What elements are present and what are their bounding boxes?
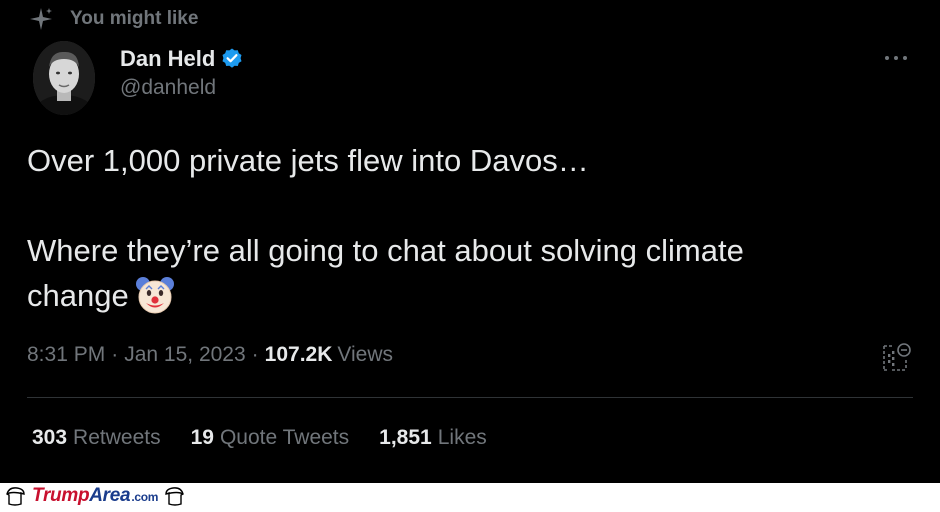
author-block[interactable]: Dan Held @danheld [120,44,244,100]
meta-separator: · [111,343,119,366]
tweet-line: Where they’re all going to chat about so… [27,233,744,268]
watermark-logo: Trump Area .com [32,485,158,507]
watermark-bar: Trump Area .com [0,483,940,509]
tweet-card[interactable]: You might like Dan Held @danheld Over 1,… [0,0,940,483]
watermark-logo-part: Trump [32,485,90,506]
divider [27,397,913,398]
views-count[interactable]: 107.2K [265,343,333,367]
quote-tweets-label: Quote Tweets [219,426,350,449]
clown-face-icon [135,275,175,315]
author-handle[interactable]: @danheld [120,76,244,100]
analytics-icon[interactable] [880,340,914,372]
retweets-count: 303 [32,426,68,449]
likes-count: 1,851 [379,426,432,449]
tweet-time[interactable]: 8:31 PM [27,343,105,367]
tweet-line: Over 1,000 private jets flew into Davos… [27,143,589,178]
trump-hair-icon [4,485,26,507]
tweet-date[interactable]: Jan 15, 2023 [124,343,245,367]
watermark-logo-part: Area [89,485,131,506]
social-context: You might like [28,6,198,32]
retweets-stat[interactable]: 303 Retweets [32,426,161,450]
trump-hair-icon [164,485,186,507]
sparkle-icon [28,6,54,32]
more-options-icon[interactable] [880,48,912,68]
likes-label: Likes [437,426,487,449]
meta-separator: · [251,343,259,366]
avatar[interactable] [33,41,95,115]
quote-tweets-stat[interactable]: 19 Quote Tweets [191,426,350,450]
tweet-text: Over 1,000 private jets flew into Davos…… [27,138,907,318]
watermark-logo-part: .com [131,490,159,504]
views-label[interactable]: Views [337,343,393,367]
engagement-stats: 303 Retweets 19 Quote Tweets 1,851 Likes [32,426,517,450]
author-name[interactable]: Dan Held [120,46,215,72]
social-context-label: You might like [70,8,199,29]
tweet-meta: 8:31 PM · Jan 15, 2023 · 107.2K Views [27,343,393,367]
retweets-label: Retweets [73,426,161,449]
tweet-line: change [27,278,129,313]
quote-tweets-count: 19 [190,426,214,449]
tweet-line-with-emoji: change [27,273,907,318]
verified-badge-icon [220,47,244,71]
likes-stat[interactable]: 1,851 Likes [379,426,487,450]
